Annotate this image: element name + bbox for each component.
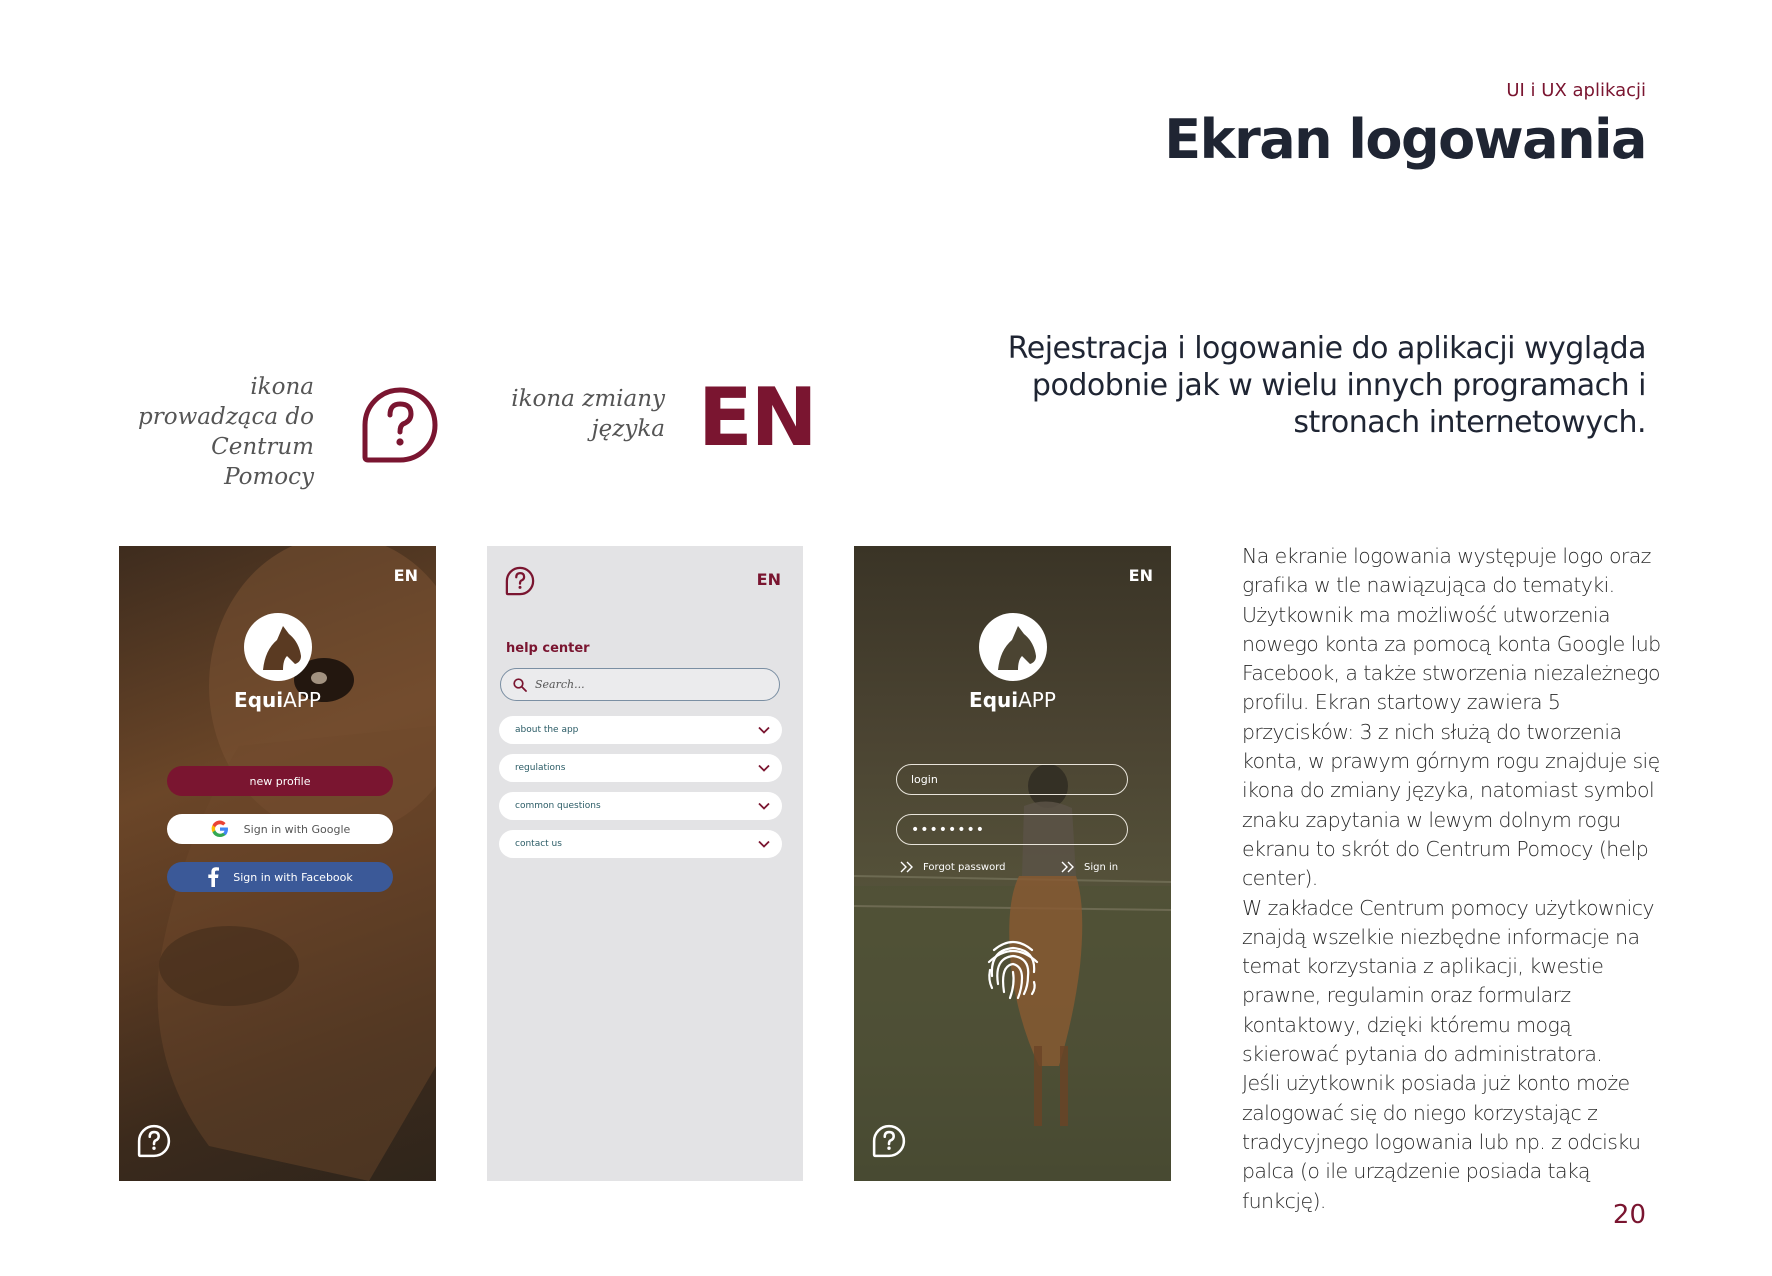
page-title: Ekran logowania [1164,108,1647,171]
lang-icon-caption: ikona zmiany języka [511,386,665,442]
chevron-down-icon [758,802,770,810]
double-chevron-right-icon [900,861,913,873]
section-subtitle: UI i UX aplikacji [1506,80,1646,101]
help-center-icon [360,386,440,469]
new-profile-button[interactable]: new profile [167,766,393,796]
language-switch[interactable]: EN [757,570,781,589]
description-paragraph-1: Na ekranie logowania występuje logo oraz… [1242,544,1661,891]
phone-start-screen: EN EquiAPP new profile Sign in with Goog… [119,546,436,1181]
accordion-contact-us[interactable]: contact us [499,830,782,858]
horse-logo-icon [243,612,313,682]
search-placeholder: Search... [535,678,585,691]
accordion-label: contact us [515,839,562,849]
accordion-common-questions[interactable]: common questions [499,792,782,820]
accordion-label: common questions [515,801,601,811]
help-center-icon[interactable] [505,566,535,601]
login-input[interactable]: login [896,764,1128,795]
page-number: 20 [1612,1200,1646,1230]
logo-text-light: APP [1018,688,1056,712]
phone-help-center-screen: EN help center Search... about the app r… [487,546,803,1181]
google-signin-label: Sign in with Google [243,822,351,836]
language-icon-large: EN [698,371,818,464]
app-logo: EquiAPP [854,612,1171,712]
google-signin-button[interactable]: Sign in with Google [167,814,393,844]
facebook-icon [207,867,220,887]
fingerprint-icon[interactable] [984,936,1042,1005]
help-center-title: help center [506,641,590,656]
lead-paragraph: Rejestracja i logowanie do aplikacji wyg… [1007,331,1647,440]
description-text: Na ekranie logowania występuje logo oraz… [1242,542,1662,1216]
accordion-label: regulations [515,763,566,773]
language-switch[interactable]: EN [394,566,418,585]
chevron-down-icon [758,764,770,772]
logo-text-bold: Equi [969,688,1019,712]
chevron-down-icon [758,726,770,734]
facebook-signin-label: Sign in with Facebook [233,870,353,884]
language-switch[interactable]: EN [1129,566,1153,585]
logo-text-bold: Equi [234,688,284,712]
forgot-password-label: Forgot password [923,861,1006,873]
google-icon [210,819,230,839]
accordion-about-app[interactable]: about the app [499,716,782,744]
search-icon [513,677,527,692]
accordion-label: about the app [515,725,579,735]
chevron-down-icon [758,840,770,848]
help-search-input[interactable]: Search... [500,668,780,701]
horse-logo-icon [978,612,1048,682]
help-icon-caption: ikona prowadząca do Centrum Pomocy [138,374,314,490]
help-center-icon[interactable] [872,1124,906,1163]
sign-in-link[interactable]: Sign in [1061,861,1118,873]
password-input[interactable]: •••••••• [896,814,1128,845]
logo-text-light: APP [283,688,321,712]
description-paragraph-2: W zakładce Centrum pomocy użytkownicy zn… [1242,895,1655,1067]
app-logo: EquiAPP [119,612,436,712]
forgot-password-link[interactable]: Forgot password [900,861,1006,873]
accordion-regulations[interactable]: regulations [499,754,782,782]
new-profile-label: new profile [249,774,311,788]
double-chevron-right-icon [1061,861,1074,873]
description-paragraph-3: Jeśli użytkownik posiada już konto może … [1242,1071,1641,1213]
phone-login-screen: EN EquiAPP login •••••••• Forgot passwor… [854,546,1171,1181]
login-placeholder: login [911,773,938,786]
help-center-icon[interactable] [137,1124,171,1163]
password-mask: •••••••• [911,821,986,838]
facebook-signin-button[interactable]: Sign in with Facebook [167,862,393,892]
sign-in-label: Sign in [1084,861,1119,873]
